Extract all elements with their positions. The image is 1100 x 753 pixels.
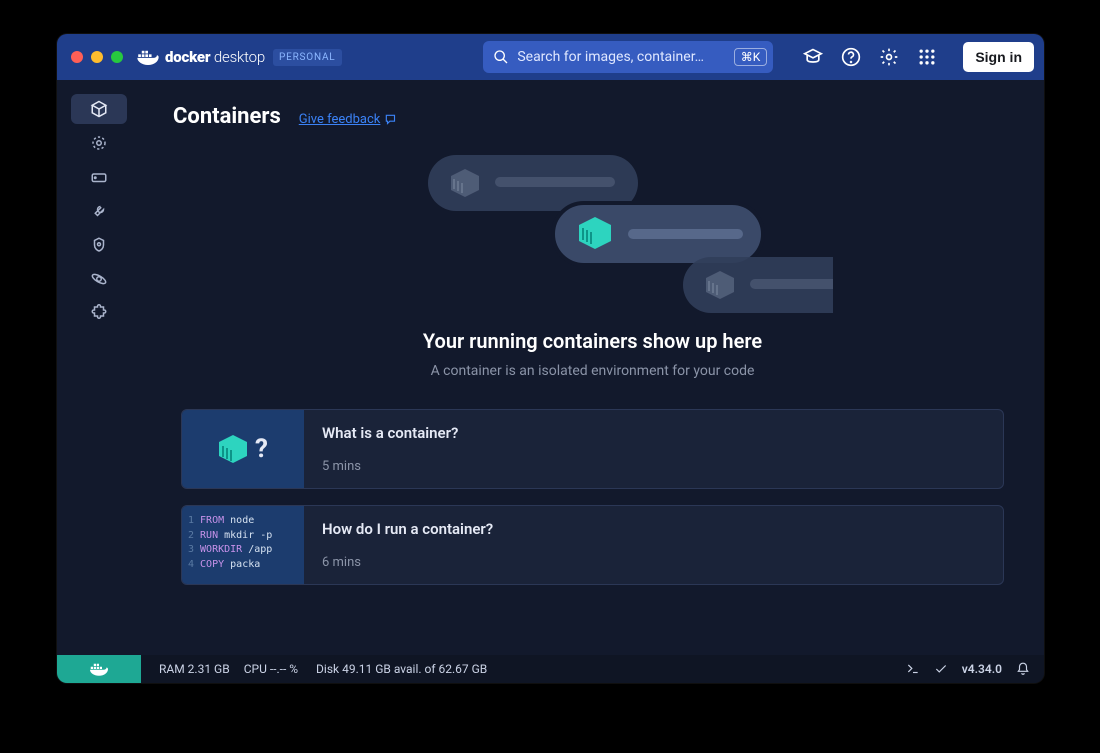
- card-thumbnail: ?: [182, 410, 304, 488]
- search-placeholder: Search for images, container…: [517, 49, 725, 65]
- sidebar-item-volumes[interactable]: [71, 162, 127, 192]
- empty-state-subtitle: A container is an isolated environment f…: [431, 363, 755, 379]
- help-icon[interactable]: [841, 47, 861, 67]
- status-ram: RAM 2.31 GB: [159, 662, 230, 676]
- sidebar: [57, 80, 141, 655]
- card-title: What is a container?: [322, 424, 985, 442]
- search-input[interactable]: Search for images, container… ⌘K: [483, 41, 773, 73]
- license-badge: PERSONAL: [273, 49, 342, 66]
- give-feedback-link[interactable]: Give feedback: [299, 112, 399, 127]
- status-cpu: CPU --.-- %: [244, 662, 298, 676]
- brand-text: docker desktop: [165, 48, 265, 66]
- statusbar: RAM 2.31 GB CPU --.-- % Disk 49.11 GB av…: [57, 655, 1044, 683]
- window-controls: [71, 51, 123, 63]
- card-duration: 5 mins: [322, 459, 985, 474]
- svg-text:?: ?: [255, 434, 268, 464]
- brand: docker desktop PERSONAL: [137, 48, 342, 66]
- empty-state-illustration: [353, 145, 833, 325]
- main-content: Containers Give feedback: [141, 80, 1044, 655]
- drive-icon: [90, 168, 108, 186]
- learning-cards: ? What is a container? 5 mins 1FROM node…: [141, 409, 1044, 585]
- sidebar-item-images[interactable]: [71, 128, 127, 158]
- feedback-icon: [384, 113, 398, 127]
- orbit-icon: [90, 270, 108, 288]
- card-duration: 6 mins: [322, 555, 985, 570]
- check-icon[interactable]: [934, 662, 948, 676]
- version-label[interactable]: v4.34.0: [962, 662, 1002, 676]
- atom-icon: [90, 236, 108, 254]
- docker-whale-icon: [90, 662, 108, 676]
- terminal-icon[interactable]: [906, 662, 920, 676]
- sidebar-item-containers[interactable]: [71, 94, 127, 124]
- docker-whale-icon: [137, 49, 159, 65]
- sign-in-button[interactable]: Sign in: [963, 42, 1034, 72]
- sidebar-item-extensions[interactable]: [71, 298, 127, 328]
- card-title: How do I run a container?: [322, 520, 985, 538]
- target-icon: [90, 134, 108, 152]
- apps-grid-icon[interactable]: [917, 47, 937, 67]
- learning-card[interactable]: 1FROM node 2RUN mkdir -p 3WORKDIR /app 4…: [181, 505, 1004, 585]
- sidebar-item-dev-env[interactable]: [71, 196, 127, 226]
- minimize-window-button[interactable]: [91, 51, 103, 63]
- sidebar-item-learn[interactable]: [71, 264, 127, 294]
- learning-center-icon[interactable]: [803, 47, 823, 67]
- titlebar-actions: Sign in: [803, 42, 1034, 72]
- page-title: Containers: [173, 104, 281, 129]
- app-window: docker desktop PERSONAL Search for image…: [57, 34, 1044, 683]
- notifications-icon[interactable]: [1016, 662, 1030, 676]
- settings-icon[interactable]: [879, 47, 899, 67]
- docker-engine-status[interactable]: [57, 655, 141, 683]
- fullscreen-window-button[interactable]: [111, 51, 123, 63]
- close-window-button[interactable]: [71, 51, 83, 63]
- learning-card[interactable]: ? What is a container? 5 mins: [181, 409, 1004, 489]
- sidebar-item-scout[interactable]: [71, 230, 127, 260]
- puzzle-icon: [90, 304, 108, 322]
- search-shortcut: ⌘K: [734, 48, 768, 66]
- empty-state-title: Your running containers show up here: [423, 329, 762, 353]
- titlebar: docker desktop PERSONAL Search for image…: [57, 34, 1044, 80]
- wrench-icon: [90, 202, 108, 220]
- status-disk: Disk 49.11 GB avail. of 62.67 GB: [316, 662, 487, 676]
- card-thumbnail: 1FROM node 2RUN mkdir -p 3WORKDIR /app 4…: [182, 506, 304, 584]
- search-icon: [493, 49, 509, 65]
- cube-icon: [90, 100, 108, 118]
